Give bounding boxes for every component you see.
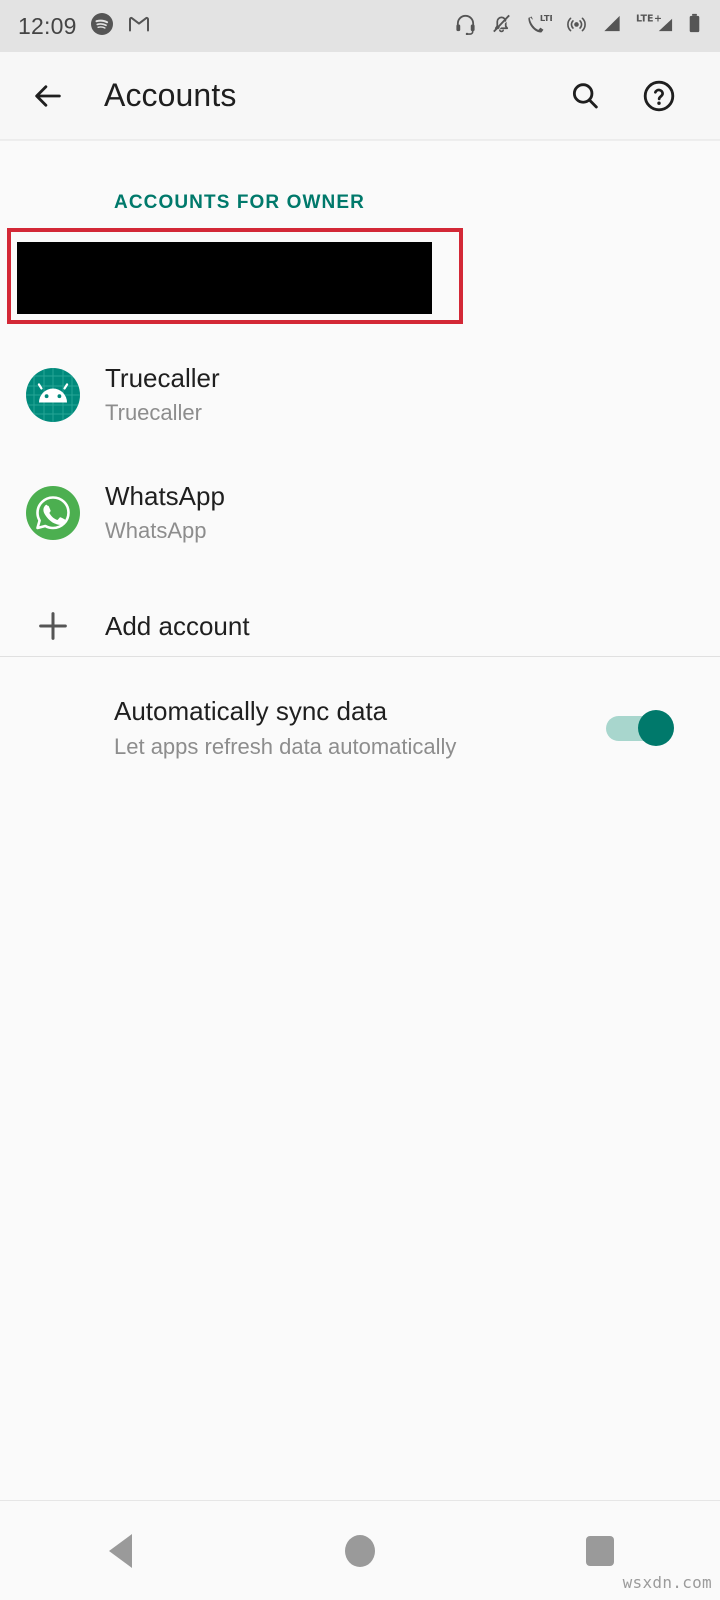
auto-sync-title: Automatically sync data [114, 696, 388, 726]
notifications-off-icon [490, 12, 513, 40]
auto-sync-row[interactable]: Automatically sync data Let apps refresh… [0, 675, 720, 781]
watermark: wsxdn.com [622, 1573, 712, 1592]
battery-icon [687, 12, 702, 40]
add-account-label: Add account [105, 610, 250, 641]
section-header-accounts-for-owner: ACCOUNTS FOR OWNER [114, 192, 365, 213]
system-navigation-bar [0, 1500, 720, 1600]
app-bar: Accounts [0, 52, 720, 140]
account-subtitle: Truecaller [105, 399, 202, 425]
volte-call-icon: LTE [526, 12, 556, 40]
account-title: WhatsApp [105, 481, 225, 512]
toggle-thumb [638, 710, 674, 746]
account-subtitle: WhatsApp [105, 517, 207, 543]
search-button[interactable] [556, 67, 614, 125]
status-bar-left: 12:09 [18, 12, 151, 41]
help-icon [643, 80, 675, 111]
whatsapp-icon [0, 484, 105, 542]
headset-icon [454, 12, 477, 40]
plus-icon [0, 607, 105, 645]
page-title: Accounts [104, 77, 237, 113]
status-bar-clock: 12:09 [18, 12, 77, 39]
account-text-truecaller: Truecaller Truecaller [105, 362, 220, 427]
redacted-account-row[interactable] [7, 228, 463, 324]
recents-square-icon [586, 1535, 614, 1566]
spotify-icon [90, 12, 114, 41]
home-circle-icon [345, 1534, 375, 1567]
gmail-icon [127, 12, 151, 41]
signal-bars-icon [601, 12, 623, 40]
help-button[interactable] [630, 67, 688, 125]
add-account-row[interactable]: Add account [0, 588, 720, 664]
back-triangle-icon [108, 1533, 132, 1568]
account-row-whatsapp[interactable]: WhatsApp WhatsApp [0, 470, 720, 556]
status-bar: 12:09 LT LTE + [0, 0, 720, 52]
auto-sync-toggle[interactable] [606, 710, 674, 746]
truecaller-android-icon [0, 366, 105, 424]
account-title: Truecaller [105, 363, 220, 394]
add-account-text: Add account [105, 610, 250, 643]
account-text-whatsapp: WhatsApp WhatsApp [105, 480, 225, 545]
auto-sync-subtitle: Let apps refresh data automatically [114, 734, 457, 759]
account-row-truecaller[interactable]: Truecaller Truecaller [0, 352, 720, 438]
auto-sync-text: Automatically sync data Let apps refresh… [114, 696, 456, 760]
svg-text:+: + [654, 14, 662, 25]
list-divider [0, 656, 720, 657]
lte-plus-signal-icon: LTE + [636, 12, 674, 40]
accounts-list: ACCOUNTS FOR OWNER Truecaller Truecaller… [0, 141, 720, 1500]
status-bar-right: LTE LTE + [454, 12, 702, 40]
nav-recents-button[interactable] [480, 1535, 720, 1566]
hotspot-icon [565, 12, 588, 40]
phone-screen: 12:09 LT LTE + Accounts ACCOUNTS FOR OWN… [0, 0, 720, 1600]
nav-back-button[interactable] [0, 1533, 240, 1568]
nav-home-button[interactable] [240, 1534, 480, 1567]
svg-text:LTE: LTE [636, 14, 653, 25]
search-icon [572, 82, 598, 108]
back-arrow-icon [35, 84, 61, 107]
back-button[interactable] [17, 65, 79, 127]
app-bar-actions [556, 67, 688, 125]
redaction-bar [17, 242, 432, 314]
svg-text:LTE: LTE [540, 13, 552, 23]
